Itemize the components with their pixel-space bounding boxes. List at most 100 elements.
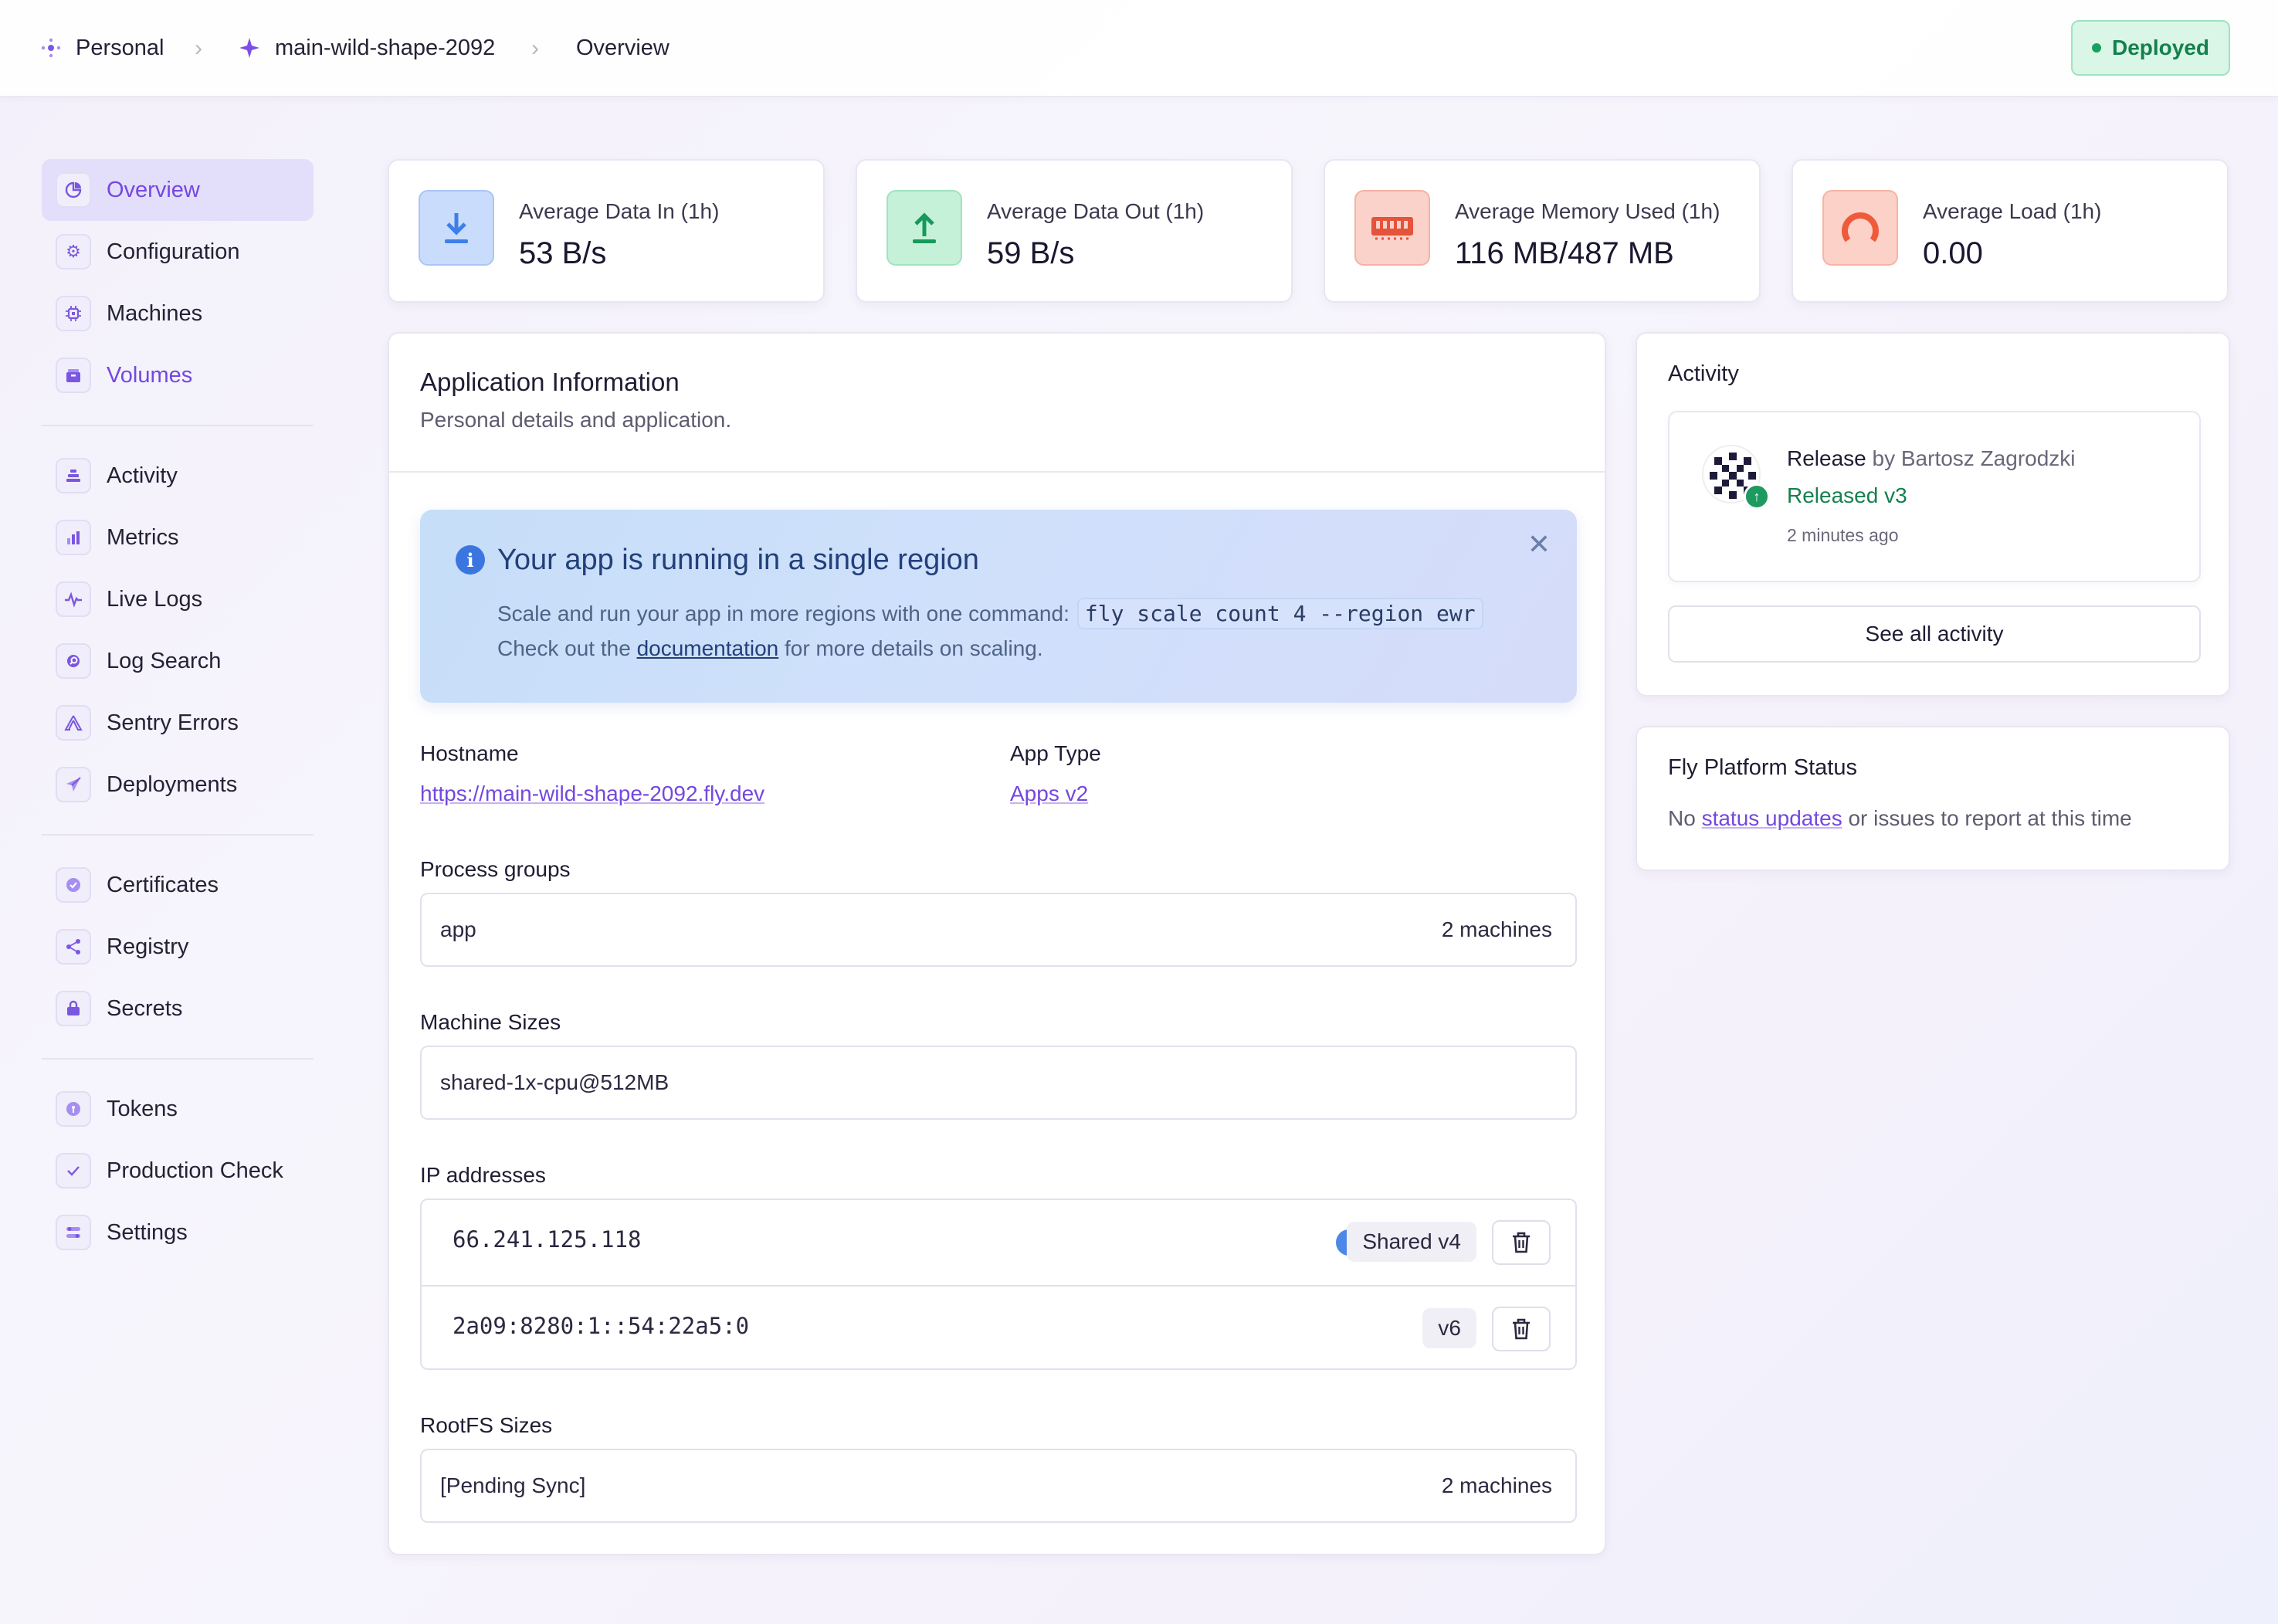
ip-type-badge: Shared v4	[1347, 1222, 1476, 1262]
stat-card-data-in: Average Data In (1h) 53 B/s	[388, 159, 825, 303]
sidebar-divider	[42, 1058, 314, 1059]
sentry-icon	[56, 705, 91, 741]
scale-command-code[interactable]: fly scale count 4 --region ewr	[1076, 598, 1483, 629]
ip-addresses-label: IP addresses	[420, 1163, 546, 1187]
sparkle-icon	[239, 38, 259, 58]
sidebar-divider	[42, 425, 314, 426]
lock-icon	[56, 991, 91, 1026]
sidebar-item-certificates[interactable]: Certificates	[42, 854, 314, 916]
sidebar-item-label: Activity	[107, 463, 178, 488]
stat-card-load: Average Load (1h) 0.00	[1792, 159, 2229, 303]
stat-value: 0.00	[1923, 236, 1983, 270]
memory-icon	[1354, 190, 1430, 266]
status-dot-icon	[2091, 43, 2101, 53]
check-icon	[56, 1153, 91, 1188]
platform-status-text: No status updates or issues to report at…	[1668, 806, 2132, 831]
sidebar-item-log-search[interactable]: Log Search	[42, 630, 314, 692]
breadcrumb-org[interactable]: Personal	[40, 31, 164, 65]
platform-status-suffix: or issues to report at this time	[1848, 806, 2132, 830]
sidebar-item-label: Live Logs	[107, 586, 203, 612]
check-badge-icon	[56, 867, 91, 903]
ip-type-badge: v6	[1422, 1308, 1476, 1348]
sidebar-item-label: Registry	[107, 934, 189, 959]
sidebar-item-label: Sentry Errors	[107, 710, 239, 735]
close-icon[interactable]: ✕	[1527, 528, 1551, 561]
breadcrumb-app[interactable]: main-wild-shape-2092	[238, 31, 495, 65]
stat-label: Average Data Out (1h)	[987, 199, 1205, 223]
process-group-row[interactable]: app 2 machines	[420, 893, 1577, 967]
machine-sizes-label: Machine Sizes	[420, 1010, 561, 1034]
stat-value: 59 B/s	[987, 236, 1075, 270]
sidebar-item-label: Log Search	[107, 648, 222, 673]
org-icon	[41, 38, 61, 58]
see-all-activity-button[interactable]: See all activity	[1668, 605, 2201, 663]
platform-status-title: Fly Platform Status	[1668, 755, 1857, 780]
delete-ip-button[interactable]	[1492, 1220, 1551, 1265]
sidebar-item-activity[interactable]: Activity	[42, 445, 314, 507]
trash-icon	[1513, 1232, 1530, 1253]
sidebar-item-registry[interactable]: Registry	[42, 916, 314, 978]
rootfs-row: [Pending Sync] 2 machines	[420, 1449, 1577, 1523]
sidebar-item-machines[interactable]: Machines	[42, 283, 314, 344]
sidebar-item-label: Overview	[107, 177, 200, 202]
breadcrumb-page-label: Overview	[576, 35, 670, 60]
status-updates-link[interactable]: status updates	[1702, 806, 1842, 830]
sidebar-item-production-check[interactable]: Production Check	[42, 1140, 314, 1202]
stat-card-data-out: Average Data Out (1h) 59 B/s	[856, 159, 1293, 303]
sidebar-item-label: Machines	[107, 300, 203, 326]
sidebar-item-label: Settings	[107, 1219, 188, 1245]
sidebar-item-overview[interactable]: Overview	[42, 159, 314, 221]
hostname-link[interactable]: https://main-wild-shape-2092.fly.dev	[420, 781, 764, 806]
rootfs-sizes-label: RootFS Sizes	[420, 1413, 553, 1437]
sidebar-item-label: Certificates	[107, 872, 219, 897]
app-info-subtitle: Personal details and application.	[420, 408, 732, 432]
sidebar-item-live-logs[interactable]: Live Logs	[42, 568, 314, 630]
process-group-count: 2 machines	[1441, 917, 1552, 941]
sidebar-item-secrets[interactable]: Secrets	[42, 978, 314, 1039]
stat-value: 116 MB/487 MB	[1455, 236, 1674, 270]
sidebar-item-settings[interactable]: Settings	[42, 1202, 314, 1263]
chart-pie-icon	[56, 172, 91, 208]
activity-card: Activity ↑ Release by Bartosz Zagrodzki …	[1636, 332, 2230, 697]
activity-headline: Release by Bartosz Zagrodzki	[1787, 446, 2076, 471]
activity-title: Activity	[1668, 361, 1739, 386]
process-groups-label: Process groups	[420, 857, 571, 881]
sidebar-item-deployments[interactable]: Deployments	[42, 754, 314, 815]
sidebar-item-volumes[interactable]: Volumes	[42, 344, 314, 406]
status-label: Deployed	[2111, 36, 2210, 59]
breadcrumb-app-label: main-wild-shape-2092	[275, 35, 496, 60]
banner-line2-prefix: Check out the	[497, 636, 631, 660]
breadcrumb-org-label: Personal	[76, 35, 164, 60]
breadcrumb-page: Overview	[576, 31, 670, 65]
gauge-icon	[1822, 190, 1898, 266]
search-icon	[56, 643, 91, 679]
activity-time: 2 minutes ago	[1787, 525, 1899, 545]
download-icon	[419, 190, 494, 266]
gear-icon: ⚙	[56, 234, 91, 270]
sidebar-item-tokens[interactable]: Tokens	[42, 1078, 314, 1140]
breadcrumb-separator: ›	[531, 36, 539, 61]
status-badge: Deployed	[2071, 20, 2230, 76]
app-info-divider	[389, 471, 1605, 473]
banner-line2-suffix: for more details on scaling.	[785, 636, 1043, 660]
cpu-icon	[56, 296, 91, 331]
machine-size-value: shared-1x-cpu@512MB	[440, 1070, 670, 1094]
ip-row: 2a09:8280:1::54:22a5:0 v6	[422, 1285, 1575, 1370]
sidebar-item-label: Tokens	[107, 1096, 178, 1121]
sidebar-item-configuration[interactable]: ⚙ Configuration	[42, 221, 314, 283]
breadcrumb-separator: ›	[195, 36, 202, 61]
sidebar-item-sentry-errors[interactable]: Sentry Errors	[42, 692, 314, 754]
banner-line1: Scale and run your app in more regions w…	[497, 598, 1483, 629]
banner-line1-text: Scale and run your app in more regions w…	[497, 601, 1070, 626]
documentation-link[interactable]: documentation	[637, 636, 779, 660]
delete-ip-button[interactable]	[1492, 1307, 1551, 1351]
app-info-card: Application Information Personal details…	[388, 332, 1606, 1555]
ip-address: 2a09:8280:1::54:22a5:0	[453, 1313, 750, 1339]
sidebar-item-metrics[interactable]: Metrics	[42, 507, 314, 568]
sidebar-item-label: Volumes	[107, 362, 193, 388]
stat-value: 53 B/s	[519, 236, 607, 270]
stat-label: Average Load (1h)	[1923, 199, 2102, 223]
stat-label: Average Memory Used (1h)	[1455, 199, 1720, 223]
app-type-link[interactable]: Apps v2	[1010, 781, 1088, 806]
release-arrow-icon: ↑	[1744, 483, 1770, 510]
